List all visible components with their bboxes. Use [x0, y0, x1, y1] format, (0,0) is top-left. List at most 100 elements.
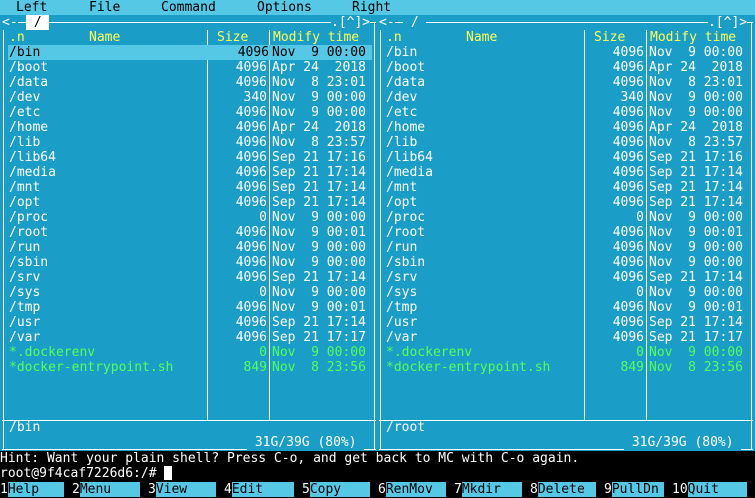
fkey-menu[interactable]: 2Menu	[72, 482, 148, 497]
file-size: 4096	[235, 180, 267, 195]
file-row[interactable]: /usr 4096 Sep 21 17:14	[2, 315, 376, 330]
file-row[interactable]: /var 4096 Sep 21 17:17	[2, 330, 376, 345]
file-row[interactable]: /root 4096 Nov 9 00:01	[379, 225, 753, 240]
fkey-label: Copy	[309, 482, 370, 497]
column-header-time[interactable]: Modify time	[273, 30, 359, 45]
file-row[interactable]: /lib64 4096 Sep 21 17:16	[2, 150, 376, 165]
fkey-label: View	[155, 482, 216, 497]
file-row[interactable]: /lib 4096 Nov 8 23:57	[379, 135, 753, 150]
file-modify-time: Nov 9 00:00	[272, 105, 366, 120]
menu-right[interactable]: Right	[352, 0, 391, 15]
fkey-pulldn[interactable]: 9PullDn	[604, 482, 672, 497]
file-row[interactable]: /sbin 4096 Nov 9 00:00	[379, 255, 753, 270]
file-row[interactable]: /sys 0 Nov 9 00:00	[379, 285, 753, 300]
file-row[interactable]: /var 4096 Sep 21 17:17	[379, 330, 753, 345]
sort-indicator[interactable]: .n	[9, 30, 25, 45]
file-modify-time: Sep 21 17:16	[649, 150, 743, 165]
panel-path-title[interactable]: /	[26, 15, 50, 30]
file-row[interactable]: /usr 4096 Sep 21 17:14	[379, 315, 753, 330]
panel-path-title[interactable]: /	[403, 15, 427, 30]
file-row[interactable]: /mnt 4096 Sep 21 17:14	[2, 180, 376, 195]
right-panel[interactable]: <- / .[^]> .n Name Size Modify time/bin 4096 N…	[379, 15, 753, 451]
file-name: /home	[386, 120, 426, 135]
file-row[interactable]: /media 4096 Sep 21 17:14	[379, 165, 753, 180]
file-modify-time: Nov 9 00:01	[649, 225, 743, 240]
file-name: /home	[9, 120, 49, 135]
file-row[interactable]: /lib64 4096 Sep 21 17:16	[379, 150, 753, 165]
menu-command[interactable]: Command	[161, 0, 216, 15]
file-row[interactable]: /run 4096 Nov 9 00:00	[2, 240, 376, 255]
fkey-quit[interactable]: 10Quit	[672, 482, 755, 497]
file-row[interactable]: /media 4096 Sep 21 17:14	[2, 165, 376, 180]
menu-file[interactable]: File	[89, 0, 120, 15]
file-row[interactable]: *.dockerenv 0 Nov 9 00:00	[379, 345, 753, 360]
fkey-edit[interactable]: 4Edit	[224, 482, 302, 497]
file-modify-time: Sep 21 17:14	[649, 180, 743, 195]
fkey-help[interactable]: 1Help	[0, 482, 72, 497]
file-row[interactable]: /sys 0 Nov 9 00:00	[2, 285, 376, 300]
menu-left[interactable]: Left	[16, 0, 47, 15]
panel-border-top	[2, 22, 376, 23]
file-size: 4096	[612, 270, 644, 285]
file-row[interactable]: *.dockerenv 0 Nov 9 00:00	[2, 345, 376, 360]
file-size: 4096	[235, 315, 267, 330]
column-header-name[interactable]: Name	[466, 30, 497, 45]
column-header-size[interactable]: Size	[594, 30, 625, 45]
file-row[interactable]: /srv 4096 Sep 21 17:14	[2, 270, 376, 285]
file-row[interactable]: /run 4096 Nov 9 00:00	[379, 240, 753, 255]
file-row[interactable]: /srv 4096 Sep 21 17:14	[379, 270, 753, 285]
column-header-size[interactable]: Size	[217, 30, 248, 45]
midnight-commander-window: Left File Command Options Right <- / .[^…	[0, 0, 755, 498]
file-row[interactable]: /data 4096 Nov 8 23:01	[2, 75, 376, 90]
file-row[interactable]: /proc 0 Nov 9 00:00	[379, 210, 753, 225]
column-header-time[interactable]: Modify time	[650, 30, 736, 45]
file-row[interactable]: /data 4096 Nov 8 23:01	[379, 75, 753, 90]
file-row[interactable]: /home 4096 Apr 24 2018	[2, 120, 376, 135]
file-row[interactable]: /bin 4096 Nov 9 00:00	[8, 45, 372, 60]
file-name: /sys	[9, 285, 41, 300]
file-size: 4096	[612, 150, 644, 165]
column-header-name[interactable]: Name	[89, 30, 120, 45]
file-row[interactable]: *docker-entrypoint.sh 849 Nov 8 23:56	[2, 360, 376, 375]
file-size: 4096	[235, 150, 267, 165]
file-row[interactable]: /etc 4096 Nov 9 00:00	[2, 105, 376, 120]
file-row[interactable]: /tmp 4096 Nov 9 00:01	[2, 300, 376, 315]
file-row[interactable]: /boot 4096 Apr 24 2018	[379, 60, 753, 75]
file-row[interactable]: /opt 4096 Sep 21 17:14	[2, 195, 376, 210]
file-row[interactable]: /dev 340 Nov 9 00:00	[2, 90, 376, 105]
file-size: 4096	[235, 165, 267, 180]
panel-corner-right[interactable]: .[^]>	[708, 15, 748, 30]
free-space: 31G/39G (80%)	[247, 435, 365, 450]
fkey-mkdir[interactable]: 7Mkdir	[454, 482, 530, 497]
file-row[interactable]: /dev 340 Nov 9 00:00	[379, 90, 753, 105]
fkey-view[interactable]: 3View	[148, 482, 224, 497]
fkey-delete[interactable]: 8Delete	[530, 482, 604, 497]
menu-options[interactable]: Options	[257, 0, 312, 15]
file-row[interactable]: /sbin 4096 Nov 9 00:00	[2, 255, 376, 270]
file-row[interactable]: /opt 4096 Sep 21 17:14	[379, 195, 753, 210]
file-row[interactable]: /boot 4096 Apr 24 2018	[2, 60, 376, 75]
file-row[interactable]: /proc 0 Nov 9 00:00	[2, 210, 376, 225]
file-row[interactable]: /etc 4096 Nov 9 00:00	[379, 105, 753, 120]
file-row[interactable]: /home 4096 Apr 24 2018	[379, 120, 753, 135]
fkey-renmov[interactable]: 6RenMov	[378, 482, 454, 497]
file-row[interactable]: /root 4096 Nov 9 00:01	[2, 225, 376, 240]
shell-prompt[interactable]: root@9f4caf7226d6:/#	[0, 466, 755, 481]
file-row[interactable]: /lib 4096 Nov 8 23:57	[2, 135, 376, 150]
file-size: 4096	[235, 135, 267, 150]
fkey-copy[interactable]: 5Copy	[302, 482, 378, 497]
file-size: 340	[620, 90, 644, 105]
left-panel[interactable]: <- / .[^]> .n Name Size Modify time/bin 4096 N…	[2, 15, 376, 451]
file-name: /dev	[9, 90, 41, 105]
fkey-number: 6	[378, 482, 386, 497]
file-name: /tmp	[386, 300, 418, 315]
file-row[interactable]: *docker-entrypoint.sh 849 Nov 8 23:56	[379, 360, 753, 375]
file-row[interactable]: /bin 4096 Nov 9 00:00	[379, 45, 753, 60]
panel-corner-left: <-	[2, 15, 18, 30]
panel-corner-right[interactable]: .[^]>	[331, 15, 371, 30]
file-row[interactable]: /tmp 4096 Nov 9 00:01	[379, 300, 753, 315]
file-modify-time: Nov 9 00:00	[272, 255, 366, 270]
sort-indicator[interactable]: .n	[386, 30, 402, 45]
file-row[interactable]: /mnt 4096 Sep 21 17:14	[379, 180, 753, 195]
file-modify-time: Sep 21 17:17	[649, 330, 743, 345]
